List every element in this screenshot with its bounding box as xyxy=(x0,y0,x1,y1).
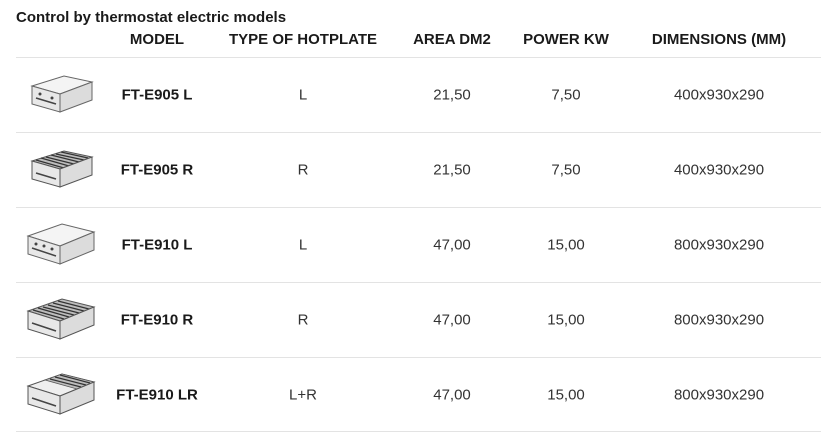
header-power: POWER KW xyxy=(523,31,609,48)
cell-power: 15,00 xyxy=(547,236,585,254)
griddle-smooth-single-icon xyxy=(30,75,94,113)
table-row: FT-E905 L L 21,50 7,50 400x930x290 xyxy=(16,57,821,132)
cell-model: FT-E910 R xyxy=(120,311,194,329)
cell-dimensions: 800x930x290 xyxy=(673,236,765,254)
cell-type: L+R xyxy=(289,386,317,403)
cell-model: FT-E905 L xyxy=(121,86,193,104)
cell-area: 21,50 xyxy=(433,161,471,179)
table-row: FT-E910 LR L+R 47,00 15,00 800x930x290 xyxy=(16,357,821,432)
header-dimensions: DIMENSIONS (MM) xyxy=(651,31,787,48)
cell-type: R xyxy=(297,311,309,329)
header-type: TYPE OF HOTPLATE xyxy=(228,31,378,48)
cell-model: FT-E905 R xyxy=(120,161,194,179)
cell-power: 7,50 xyxy=(551,161,581,179)
cell-dimensions: 800x930x290 xyxy=(673,386,765,403)
griddle-ribbed-single-icon xyxy=(30,150,94,188)
table-row: FT-E910 L L 47,00 15,00 800x930x290 xyxy=(16,207,821,282)
cell-power: 15,00 xyxy=(547,386,585,403)
cell-area: 47,00 xyxy=(433,386,471,403)
griddle-mixed-double-icon xyxy=(26,373,96,415)
cell-type: L xyxy=(298,86,308,104)
cell-model: FT-E910 L xyxy=(121,236,193,254)
cell-model: FT-E910 LR xyxy=(116,386,198,403)
table-row: FT-E905 R R 21,50 7,50 400x930x290 xyxy=(16,132,821,207)
cell-area: 21,50 xyxy=(433,86,471,104)
cell-dimensions: 800x930x290 xyxy=(673,311,765,329)
table-header: MODEL TYPE OF HOTPLATE AREA DM2 POWER KW… xyxy=(0,31,821,53)
product-table: FT-E905 L L 21,50 7,50 400x930x290 FT-E9… xyxy=(16,57,821,432)
griddle-smooth-double-icon xyxy=(26,223,96,265)
cell-area: 47,00 xyxy=(433,236,471,254)
cell-dimensions: 400x930x290 xyxy=(673,86,765,104)
griddle-ribbed-double-icon xyxy=(26,298,96,340)
cell-type: L xyxy=(298,236,308,254)
cell-area: 47,00 xyxy=(433,311,471,329)
cell-power: 15,00 xyxy=(547,311,585,329)
table-row: FT-E910 R R 47,00 15,00 800x930x290 xyxy=(16,282,821,357)
cell-dimensions: 400x930x290 xyxy=(673,161,765,179)
cell-power: 7,50 xyxy=(551,86,581,104)
header-model: MODEL xyxy=(129,31,185,48)
header-area: AREA DM2 xyxy=(413,31,491,48)
cell-type: R xyxy=(297,161,309,179)
table-title: Control by thermostat electric models xyxy=(16,9,287,26)
